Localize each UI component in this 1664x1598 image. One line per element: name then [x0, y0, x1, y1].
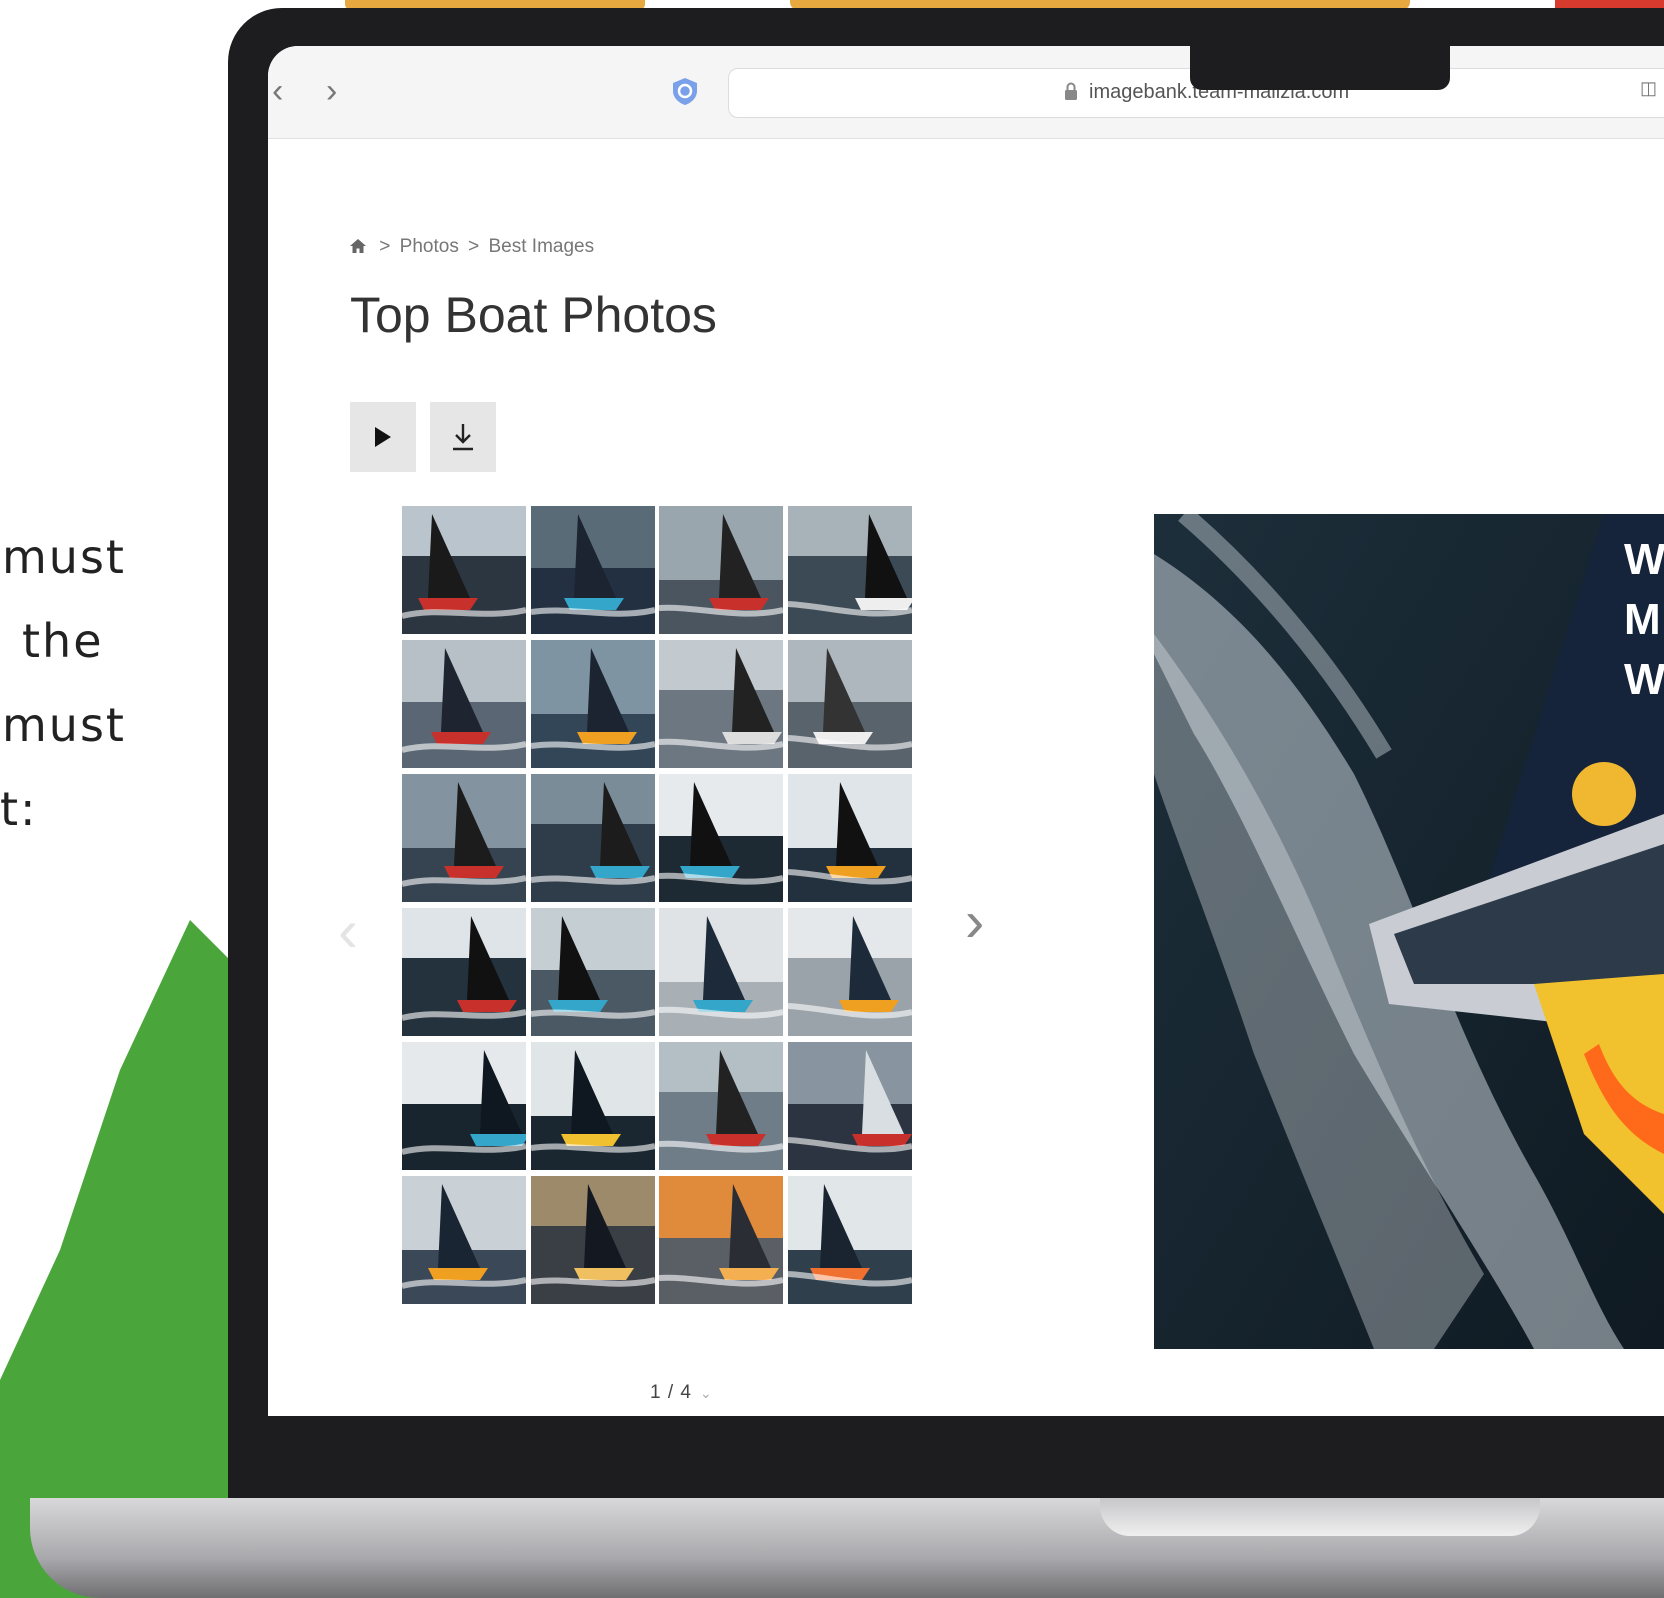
previous-page-arrow[interactable]: ‹ — [338, 896, 358, 965]
side-text-line: t: — [0, 782, 38, 836]
forward-icon[interactable]: › — [326, 72, 337, 111]
boat-photo — [530, 640, 655, 768]
photo-thumbnail[interactable] — [787, 640, 912, 768]
laptop-screen: ‹ › imagebank.team-malizia.com ◫ > Photo… — [268, 46, 1664, 1416]
boat-photo — [787, 908, 912, 1036]
extension-icon[interactable]: ◫ — [1640, 78, 1660, 98]
photo-thumbnail[interactable] — [530, 1176, 655, 1304]
boat-photo — [659, 1176, 783, 1304]
photo-thumbnail[interactable] — [530, 640, 655, 768]
photo-thumbnail[interactable] — [787, 774, 912, 902]
boat-photo — [659, 640, 783, 768]
photo-thumbnail[interactable] — [787, 1176, 912, 1304]
browser-toolbar: ‹ › imagebank.team-malizia.com ◫ — [268, 46, 1664, 139]
pagination[interactable]: 1 / 4 ⌄ — [650, 1382, 713, 1404]
shield-icon[interactable] — [670, 76, 700, 106]
chevron-down-icon: ⌄ — [699, 1385, 713, 1401]
boat-photo — [787, 1176, 912, 1304]
side-text-line: must — [2, 698, 126, 752]
featured-photo[interactable]: W M W — [1154, 514, 1664, 1349]
photo-thumbnail[interactable] — [787, 506, 912, 634]
photo-thumbnail[interactable] — [659, 908, 783, 1036]
svg-text:M: M — [1624, 595, 1661, 644]
featured-boat-image: W M W — [1154, 514, 1664, 1349]
boat-photo — [402, 774, 526, 902]
boat-photo — [530, 506, 655, 634]
photo-thumbnail[interactable] — [402, 506, 526, 634]
boat-photo — [402, 908, 526, 1036]
photo-thumbnail[interactable] — [402, 774, 526, 902]
photo-thumbnail[interactable] — [787, 908, 912, 1036]
boat-photo — [659, 908, 783, 1036]
boat-photo — [402, 1176, 526, 1304]
decorative-green-brush — [0, 920, 260, 1598]
svg-text:W: W — [1624, 535, 1664, 584]
home-icon[interactable] — [350, 239, 366, 253]
photo-thumbnail[interactable] — [659, 774, 783, 902]
boat-photo — [402, 640, 526, 768]
photo-thumbnail[interactable] — [659, 1042, 783, 1170]
boat-photo — [530, 774, 655, 902]
photo-thumbnail[interactable] — [787, 1042, 912, 1170]
pagination-label: 1 / 4 — [650, 1382, 692, 1403]
play-icon — [375, 427, 391, 447]
photo-thumbnail[interactable] — [530, 774, 655, 902]
breadcrumb-item-best-images[interactable]: Best Images — [489, 236, 595, 257]
next-page-arrow[interactable]: › — [965, 888, 984, 955]
boat-photo — [787, 1042, 912, 1170]
lock-icon — [1065, 82, 1077, 100]
download-button[interactable] — [430, 402, 496, 472]
breadcrumb-separator: > — [379, 236, 391, 257]
boat-photo — [530, 1176, 655, 1304]
svg-text:W: W — [1624, 655, 1664, 704]
photo-thumbnail[interactable] — [659, 506, 783, 634]
photo-thumbnail[interactable] — [530, 908, 655, 1036]
photo-thumbnail[interactable] — [402, 908, 526, 1036]
photo-thumbnail[interactable] — [530, 506, 655, 634]
side-text-line: must — [2, 530, 126, 584]
page-title: Top Boat Photos — [350, 287, 717, 343]
cropped-side-text: must the must t: — [0, 515, 150, 851]
back-icon[interactable]: ‹ — [272, 72, 283, 111]
boat-photo — [787, 640, 912, 768]
breadcrumb-item-photos[interactable]: Photos — [400, 236, 459, 257]
boat-photo — [659, 1042, 783, 1170]
photo-thumbnail[interactable] — [402, 1176, 526, 1304]
photo-thumbnail[interactable] — [530, 1042, 655, 1170]
download-icon — [453, 424, 473, 451]
photo-thumbnail[interactable] — [659, 640, 783, 768]
breadcrumb-separator: > — [468, 236, 480, 257]
boat-photo — [530, 1042, 655, 1170]
photo-thumbnail[interactable] — [659, 1176, 783, 1304]
boat-photo — [659, 506, 783, 634]
photo-thumbnail[interactable] — [402, 1042, 526, 1170]
boat-photo — [402, 506, 526, 634]
boat-photo — [659, 774, 783, 902]
side-text-line: the — [22, 614, 104, 668]
boat-photo — [787, 774, 912, 902]
breadcrumb: > Photos > Best Images — [350, 236, 598, 258]
boat-photo — [402, 1042, 526, 1170]
laptop-base-notch — [1100, 1498, 1540, 1536]
photo-thumbnail[interactable] — [402, 640, 526, 768]
boat-photo — [530, 908, 655, 1036]
camera-notch — [1190, 46, 1450, 90]
slideshow-button[interactable] — [350, 402, 416, 472]
boat-photo — [787, 506, 912, 634]
thumbnail-grid — [402, 506, 942, 1354]
